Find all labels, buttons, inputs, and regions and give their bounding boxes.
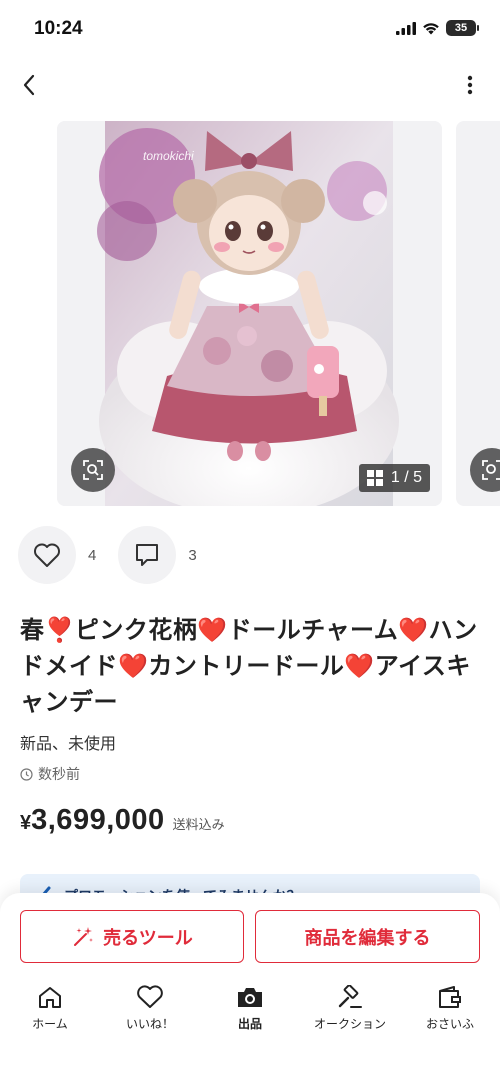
zoom-scan-icon (482, 460, 500, 480)
shipping-note: 送料込み (172, 818, 225, 833)
status-bar: 10:24 35 (0, 0, 500, 58)
more-vertical-icon (467, 75, 473, 95)
product-title: 春❣️ピンク花柄❤️ドールチャーム❤️ハンドメイド❤️カントリードール❤️アイス… (20, 616, 478, 716)
comments-count: 3 (188, 546, 197, 564)
signal-icon (396, 21, 416, 35)
status-icons: 35 (396, 20, 479, 36)
product-condition: 新品、未使用 (20, 734, 117, 753)
reaction-row: 4 3 (18, 525, 219, 585)
bottom-action-panel: 売るツール 商品を編集する ホーム いいね！ 出品 オークション おさいふ (0, 893, 500, 1080)
tab-wallet-label: おさいふ (425, 1017, 474, 1031)
home-icon (39, 987, 61, 1008)
nav-bar (0, 62, 500, 108)
tab-home[interactable]: ホーム (0, 985, 100, 1045)
gavel-icon (338, 985, 362, 1008)
back-button[interactable] (12, 68, 46, 102)
likes-count: 4 (88, 546, 97, 564)
doll-photo (57, 121, 442, 506)
price-row: ¥ 3,699,000 送料込み (20, 804, 225, 837)
image-carousel[interactable]: tomokichi 1 / 5 (0, 121, 500, 507)
tab-auction-label: オークション (313, 1017, 386, 1031)
battery-icon: 35 (446, 20, 479, 36)
edit-product-label: 商品を編集する (304, 927, 431, 949)
comment-button[interactable] (118, 526, 177, 584)
tab-sell[interactable]: 出品 (200, 985, 300, 1045)
wifi-icon (423, 22, 439, 34)
tab-sell-label: 出品 (237, 1017, 262, 1031)
heart-icon (34, 543, 60, 567)
currency-symbol: ¥ (20, 812, 32, 834)
sell-tool-button[interactable]: 売るツール (20, 910, 244, 963)
more-options-button[interactable] (458, 68, 482, 102)
chevron-left-icon (23, 74, 35, 96)
bottom-tab-bar: ホーム いいね！ 出品 オークション おさいふ (0, 985, 500, 1045)
posted-time-text: 数秒前 (38, 767, 80, 783)
image-page-indicator[interactable]: 1 / 5 (358, 464, 430, 492)
wallet-icon (439, 986, 461, 1008)
zoom-scan-icon (83, 460, 103, 480)
comment-icon (136, 544, 159, 566)
tab-wallet[interactable]: おさいふ (400, 985, 500, 1045)
next-zoom-button[interactable] (470, 448, 500, 492)
tab-auction[interactable]: オークション (300, 985, 400, 1045)
price-amount: 3,699,000 (31, 804, 165, 836)
tab-likes-label: いいね！ (125, 1017, 174, 1031)
sell-tool-label: 売るツール (103, 927, 193, 949)
status-time: 10:24 (34, 18, 83, 39)
zoom-button[interactable] (71, 448, 115, 492)
tab-home-label: ホーム (32, 1017, 68, 1031)
like-button[interactable] (18, 526, 76, 584)
grid-icon (366, 470, 383, 486)
product-photo[interactable]: tomokichi 1 / 5 (57, 121, 442, 506)
edit-product-button[interactable]: 商品を編集する (255, 910, 480, 963)
clock-icon (20, 767, 33, 781)
heart-icon (137, 985, 163, 1008)
tab-likes[interactable]: いいね！ (100, 985, 200, 1045)
camera-icon (238, 988, 262, 1007)
page-indicator-text: 1 / 5 (390, 469, 422, 486)
photo-watermark: tomokichi (143, 149, 194, 163)
next-photo-preview[interactable] (456, 121, 500, 506)
posted-time: 数秒前 (20, 764, 80, 784)
magic-wand-icon (74, 926, 94, 946)
